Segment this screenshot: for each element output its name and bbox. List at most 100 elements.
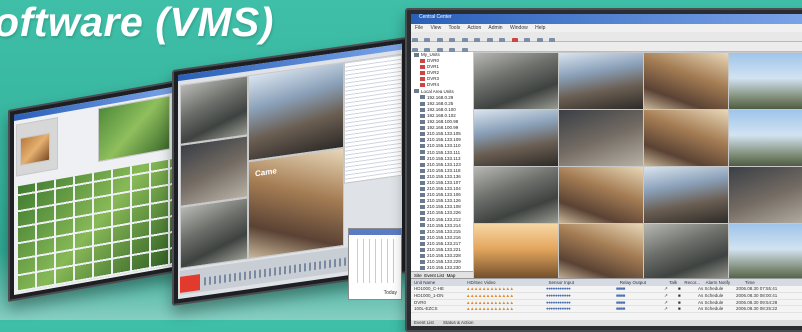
tree-item-label: 210.155.133.226 (427, 210, 461, 216)
col-sensor-input[interactable]: Sensor Input (549, 279, 619, 286)
tree-item-label: 210.155.133.123 (427, 161, 461, 167)
tree-item-label: 192.168.0.25 (427, 100, 454, 106)
camera-icon (420, 174, 425, 179)
tree-item-label: 210.155.133.110 (427, 143, 461, 149)
middle-cam-4 (180, 197, 248, 269)
cell-record: ■ (678, 299, 681, 305)
tree-item-label: 210.155.133.230 (427, 265, 461, 271)
camera-icon (420, 229, 425, 234)
tab-status-action[interactable]: Status & Action (443, 320, 474, 325)
tree-item-label: My_Units (421, 52, 440, 57)
menu-admin[interactable]: Admin (488, 25, 502, 31)
cell-record: ■ (678, 292, 681, 298)
tree-item-label: 210.155.133.221 (427, 247, 461, 252)
video-cell[interactable] (643, 52, 729, 110)
cell-time: 2006.08.30 07:55:41 (736, 286, 778, 291)
video-cell[interactable] (728, 166, 802, 224)
col-time[interactable]: Time (745, 279, 775, 286)
cell-relay-status: ■■■■ (616, 292, 625, 298)
tree-item-label: 210.155.133.214 (427, 222, 461, 228)
col-unit-name[interactable]: Unit Name (414, 279, 466, 286)
menu-action[interactable]: Action (467, 25, 481, 31)
camera-icon (420, 125, 425, 130)
dvr-icon (420, 65, 425, 69)
col-alarm-notify[interactable]: Alarm Notify (706, 279, 744, 286)
video-cell[interactable] (558, 52, 644, 110)
video-cell[interactable] (728, 223, 802, 281)
left-preview-image (20, 132, 50, 166)
camera-icon (414, 89, 419, 94)
col-recording[interactable]: Recor... (684, 279, 704, 286)
tree-item-label: 210.155.133.217 (427, 240, 461, 246)
col-relay-output[interactable]: Relay Output (620, 279, 668, 286)
table-row[interactable]: HD1000_C-HE ▲▲▲▲▲▲▲▲▲▲▲▲ ●●●●●●●●●●● ■■■■ ↗ ■… (411, 286, 802, 293)
tree-item-label: DVR3 (427, 76, 440, 82)
window-title: Central Center (419, 14, 452, 20)
video-cell[interactable] (643, 223, 729, 281)
left-main-video (98, 95, 170, 163)
tree-item-label: DVR2 (427, 70, 440, 76)
tree-item-label: 210.155.133.109 (427, 137, 461, 143)
camera-icon (420, 168, 425, 173)
cell-sensor-status: ●●●●●●●●●●● (546, 292, 571, 298)
tree-item-label: 210.155.133.228 (427, 253, 461, 259)
table-row[interactable]: 100L-EZCS ▲▲▲▲▲▲▲▲▲▲▲▲ ●●●●●●●●●●● ■■■■ ↗ ■ As… (411, 306, 802, 314)
video-grid (473, 52, 802, 281)
left-monitor (8, 79, 180, 303)
camera-icon (420, 113, 425, 118)
video-cell[interactable] (558, 166, 644, 224)
cell-time: 2006.08.30 08:00:41 (736, 292, 778, 298)
tree-item-label: 210.155.133.212 (427, 216, 461, 222)
left-thumbnail-grid (16, 159, 172, 293)
main-monitor: Central Center File View Tools Action Ad… (405, 8, 802, 332)
tree-item-label: 210.155.133.136 (427, 173, 461, 179)
video-cell[interactable] (473, 223, 559, 281)
video-cell[interactable] (558, 223, 644, 281)
dvr-icon (420, 77, 425, 82)
col-talk[interactable]: Talk (669, 279, 683, 286)
camera-icon (414, 52, 419, 57)
video-cell[interactable] (643, 166, 729, 224)
tree-item-label: 210.155.133.104 (427, 186, 461, 192)
camera-icon (420, 199, 425, 204)
camera-icon (420, 180, 425, 185)
calendar-today[interactable]: Today (384, 290, 397, 296)
cell-notify: As Schedule (698, 306, 724, 312)
main-title-bar: Central Center (411, 14, 802, 24)
table-row[interactable]: DVR0 ▲▲▲▲▲▲▲▲▲▲▲▲ ●●●●●●●●●●● ■■■■ ↗ ■ As Sche… (411, 300, 802, 307)
camera-icon (420, 186, 425, 191)
menu-help[interactable]: Help (535, 25, 545, 31)
video-cell[interactable] (558, 109, 644, 167)
video-cell[interactable] (473, 109, 559, 167)
video-cell[interactable] (728, 109, 802, 167)
video-cell[interactable] (728, 52, 802, 110)
camera-icon (420, 150, 425, 155)
cell-relay-status: ■■■■ (616, 306, 625, 312)
camera-icon (420, 162, 425, 167)
menu-file[interactable]: File (415, 25, 423, 31)
video-cell[interactable] (643, 109, 729, 167)
menu-tools[interactable]: Tools (449, 25, 461, 31)
cell-video-status: ▲▲▲▲▲▲▲▲▲▲▲▲ (466, 286, 514, 291)
cell-notify: As Schedule (698, 299, 724, 305)
tree-item-label: 210.155.133.105 (427, 131, 461, 137)
col-hd-video[interactable]: HD/Sec Video (467, 279, 547, 286)
tab-event-list[interactable]: Event List (414, 320, 434, 325)
table-row[interactable]: HD1000_1-DN ▲▲▲▲▲▲▲▲▲▲▲▲ ●●●●●●●●●●● ■■■■ ↗ ■… (411, 293, 802, 300)
tree-item-label: 210.155.133.107 (427, 179, 461, 185)
middle-cam-2 (248, 61, 344, 162)
calendar-panel: Today (348, 228, 402, 300)
cell-talk: ↗ (664, 299, 668, 305)
cell-record: ■ (678, 306, 681, 312)
cell-time: 2006.08.30 09:54:28 (736, 299, 778, 305)
camera-icon (420, 241, 425, 246)
camera-icon (420, 144, 425, 149)
menu-window[interactable]: Window (510, 25, 528, 31)
timeline-recording-bar (180, 274, 200, 293)
video-cell[interactable] (473, 52, 559, 110)
cell-sensor-status: ●●●●●●●●●●● (546, 299, 571, 305)
tree-item-label: 210.155.133.215 (427, 228, 461, 234)
tree-item-label: DVR4 (427, 82, 440, 88)
video-cell[interactable] (473, 166, 559, 224)
menu-view[interactable]: View (430, 25, 441, 31)
